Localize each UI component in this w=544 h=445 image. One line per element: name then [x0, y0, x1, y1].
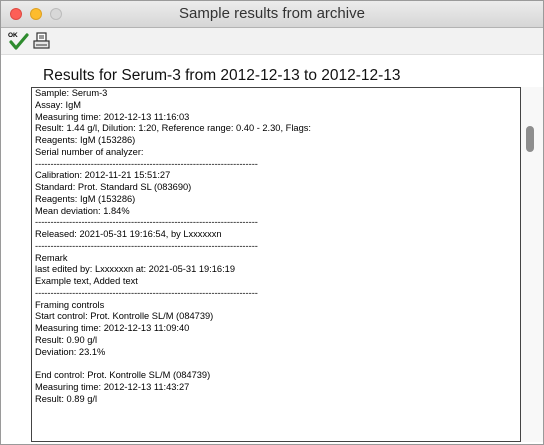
separator-line: ----------------------------------------… [35, 287, 258, 298]
results-text-area[interactable]: Sample: Serum-3 Assay: IgM Measuring time:… [31, 87, 521, 442]
title-bar[interactable]: Sample results from archive [1, 1, 543, 28]
report-line: Measuring time: 2012-12-13 11:09:40 [35, 323, 190, 333]
report-line: Sample: Serum-3 [35, 88, 108, 98]
report-line: Example text, Added text [35, 276, 138, 286]
separator-line: ----------------------------------------… [35, 158, 258, 169]
report-line: Remark [35, 252, 68, 263]
report-line: Serial number of analyzer: [35, 146, 144, 157]
report-line: Reagents: IgM (153286) [35, 193, 136, 204]
report-line: Result: 0.90 g/l [35, 334, 98, 345]
report-line [35, 358, 311, 370]
report-line: Deviation: 23.1% [35, 346, 106, 357]
report-line: Framing controls [35, 299, 105, 310]
report-line: Assay: IgM [35, 99, 81, 110]
scrollbar-thumb[interactable] [526, 126, 534, 152]
separator-line: ----------------------------------------… [35, 217, 258, 228]
report-line: Mean deviation: 1.84% [35, 205, 130, 216]
separator-line: ----------------------------------------… [35, 240, 258, 251]
report-line: Result: 0.89 g/l [35, 393, 98, 404]
ok-button[interactable]: OK [7, 30, 29, 52]
report-line: Measuring time: 2012-12-13 11:16:03 [35, 111, 190, 122]
report-line: last edited by: Lxxxxxxn at: 2021-05-31 … [35, 264, 236, 275]
report-line: Reagents: IgM (153286) [35, 135, 136, 145]
report-line: Calibration: 2012-11-21 15:51:27 [35, 170, 171, 181]
results-text-lines: Sample: Serum-3 Assay: IgM Measuring time:… [35, 88, 311, 405]
ok-badge: OK [8, 32, 18, 39]
report-line: Result: 1.44 g/l, Dilution: 1:20, Refere… [35, 123, 311, 134]
results-heading: Results for Serum-3 from 2012-12-13 to 2… [43, 67, 401, 84]
report-line: Released: 2021-05-31 19:16:54, by Lxxxxx… [35, 229, 222, 239]
vertical-scrollbar[interactable] [521, 87, 543, 442]
report-line: Start control: Prot. Kontrolle SL/M (084… [35, 311, 214, 322]
report-line: Measuring time: 2012-12-13 11:43:27 [35, 381, 190, 392]
archive-window: Sample results from archive OK Results f… [0, 0, 544, 445]
window-title: Sample results from archive [179, 5, 365, 22]
printer-icon [33, 32, 50, 49]
print-button[interactable] [31, 30, 53, 52]
toolbar: OK [1, 28, 543, 55]
ok-check-icon: OK [8, 32, 29, 50]
report-line: Standard: Prot. Standard SL (083690) [35, 182, 192, 192]
report-line: End control: Prot. Kontrolle SL/M (08473… [35, 370, 211, 380]
